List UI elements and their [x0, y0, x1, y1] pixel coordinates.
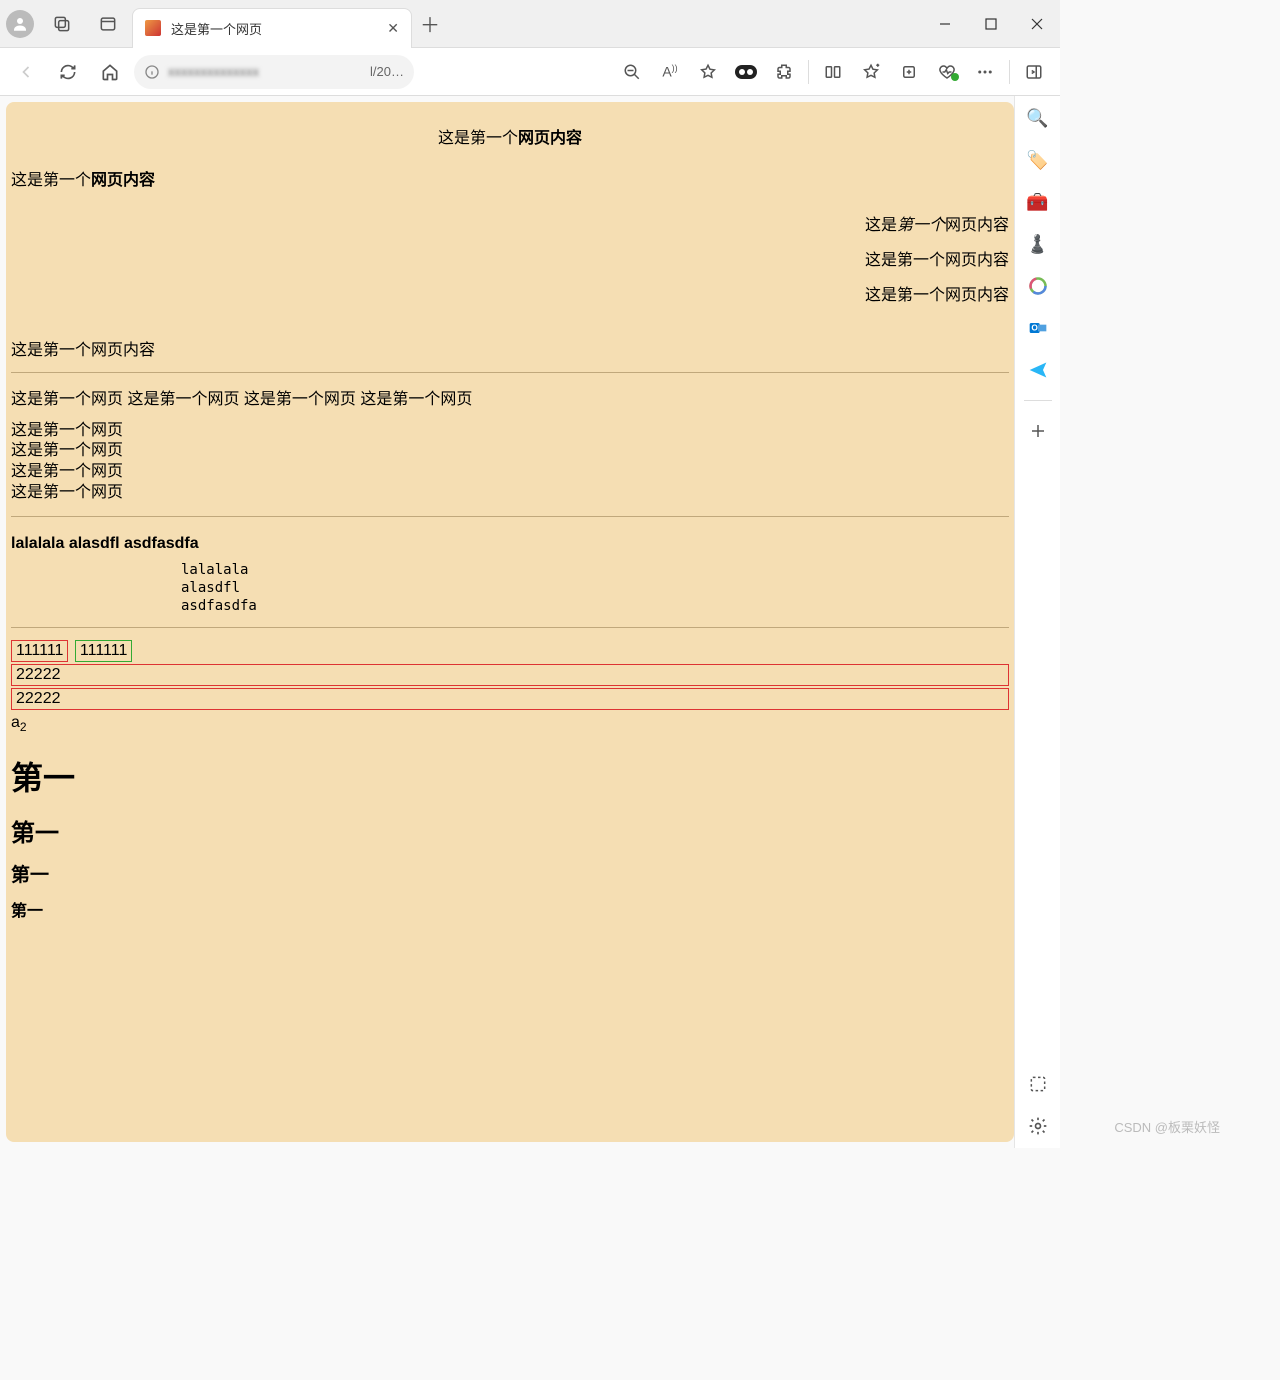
stacked-line: 这是第一个网页 [11, 421, 1009, 442]
favorite-star-icon[interactable] [690, 54, 726, 90]
divider [11, 516, 1009, 517]
new-tab-button[interactable]: ＋ [420, 9, 440, 38]
right-line-italic: 这是第一个网页内容 [11, 208, 1009, 243]
page-content: 这是第一个网页内容 这是第一个网页内容 这是第一个网页内容 这是第一个网页内容 … [6, 102, 1014, 1142]
read-aloud-icon[interactable]: A)) [652, 54, 688, 90]
span-red: 111111 [11, 640, 68, 662]
toolbar-divider [1009, 60, 1010, 84]
svg-text:O: O [1031, 323, 1038, 333]
games-icon[interactable]: ♟️ [1026, 232, 1050, 256]
maximize-button[interactable] [968, 0, 1014, 48]
stacked-line: 这是第一个网页 [11, 483, 1009, 504]
address-bar[interactable]: xxxxxxxxxxxxxx l/20… [134, 55, 414, 89]
divider [11, 627, 1009, 628]
health-icon[interactable] [929, 54, 965, 90]
subscript-line: a2 [11, 714, 1009, 734]
span-green: 111111 [75, 640, 132, 662]
div-box: 22222 [11, 688, 1009, 710]
right-sidebar: 🔍 🏷️ 🧰 ♟️ O [1014, 96, 1060, 1148]
search-icon[interactable]: 🔍 [1026, 106, 1050, 130]
collections-icon[interactable] [891, 54, 927, 90]
browser-tab[interactable]: 这是第一个网页 ✕ [132, 8, 412, 48]
profile-icon[interactable] [6, 10, 34, 38]
stacked-line: 这是第一个网页 [11, 462, 1009, 483]
extensions-icon[interactable] [766, 54, 802, 90]
add-icon[interactable] [1026, 419, 1050, 443]
split-screen-icon[interactable] [815, 54, 851, 90]
refresh-button[interactable] [50, 54, 86, 90]
info-icon [144, 64, 160, 80]
titlebar-left [0, 6, 132, 42]
close-icon[interactable]: ✕ [387, 20, 399, 37]
heading-3: 第一 [11, 860, 1009, 887]
window-titlebar: 这是第一个网页 ✕ ＋ [0, 0, 1060, 48]
sidebar-divider [1024, 400, 1052, 401]
heading-4: 第一 [11, 897, 1009, 921]
minimize-button[interactable] [922, 0, 968, 48]
send-icon[interactable] [1026, 358, 1050, 382]
inline-repeated: 这是第一个网页 这是第一个网页 这是第一个网页 这是第一个网页 [11, 385, 1009, 409]
settings-icon[interactable] [1026, 1114, 1050, 1138]
home-button[interactable] [92, 54, 128, 90]
heading-2: 第一 [11, 813, 1009, 848]
workspaces-icon[interactable] [44, 6, 80, 42]
toolbar-divider [808, 60, 809, 84]
centered-heading: 这是第一个网页内容 [11, 124, 1009, 148]
close-window-button[interactable] [1014, 0, 1060, 48]
url-blurred: xxxxxxxxxxxxxx [168, 64, 362, 79]
mask-icon[interactable] [728, 54, 764, 90]
window-controls [922, 0, 1060, 48]
more-icon[interactable] [967, 54, 1003, 90]
right-line: 这是第一个网页内容 [11, 243, 1009, 278]
sidebar-toggle-icon[interactable] [1016, 54, 1052, 90]
left-heading: 这是第一个网页内容 [11, 166, 1009, 190]
favorites-icon[interactable] [853, 54, 889, 90]
tab-favicon [145, 20, 161, 36]
sans-heading: lalalala alasdfl asdfasdfa [11, 535, 1009, 553]
shopping-tag-icon[interactable]: 🏷️ [1026, 148, 1050, 172]
stacked-line: 这是第一个网页 [11, 441, 1009, 462]
watermark: CSDN @板栗妖怪 [1114, 1117, 1220, 1136]
back-button[interactable] [8, 54, 44, 90]
viewport: 这是第一个网页内容 这是第一个网页内容 这是第一个网页内容 这是第一个网页内容 … [0, 96, 1014, 1148]
right-line: 这是第一个网页内容 [11, 278, 1009, 313]
tab-actions-icon[interactable] [90, 6, 126, 42]
span-row: 111111 111111 [11, 640, 1009, 662]
outlook-icon[interactable]: O [1026, 316, 1050, 340]
plain-paragraph: 这是第一个网页内容 [11, 336, 1009, 360]
div-box: 22222 [11, 664, 1009, 686]
toolbox-icon[interactable]: 🧰 [1026, 190, 1050, 214]
pre-block: lalalala alasdfl asdfasdfa [11, 561, 1009, 616]
tab-title: 这是第一个网页 [171, 19, 377, 38]
heading-1: 第一 [11, 753, 1009, 799]
screenshot-icon[interactable] [1026, 1072, 1050, 1096]
office-icon[interactable] [1026, 274, 1050, 298]
url-suffix: l/20… [370, 64, 404, 79]
stacked-block: 这是第一个网页 这是第一个网页 这是第一个网页 这是第一个网页 [11, 421, 1009, 504]
divider [11, 372, 1009, 373]
browser-toolbar: xxxxxxxxxxxxxx l/20… A)) [0, 48, 1060, 96]
zoom-out-icon[interactable] [614, 54, 650, 90]
right-aligned-block: 这是第一个网页内容 这是第一个网页内容 这是第一个网页内容 [11, 208, 1009, 314]
